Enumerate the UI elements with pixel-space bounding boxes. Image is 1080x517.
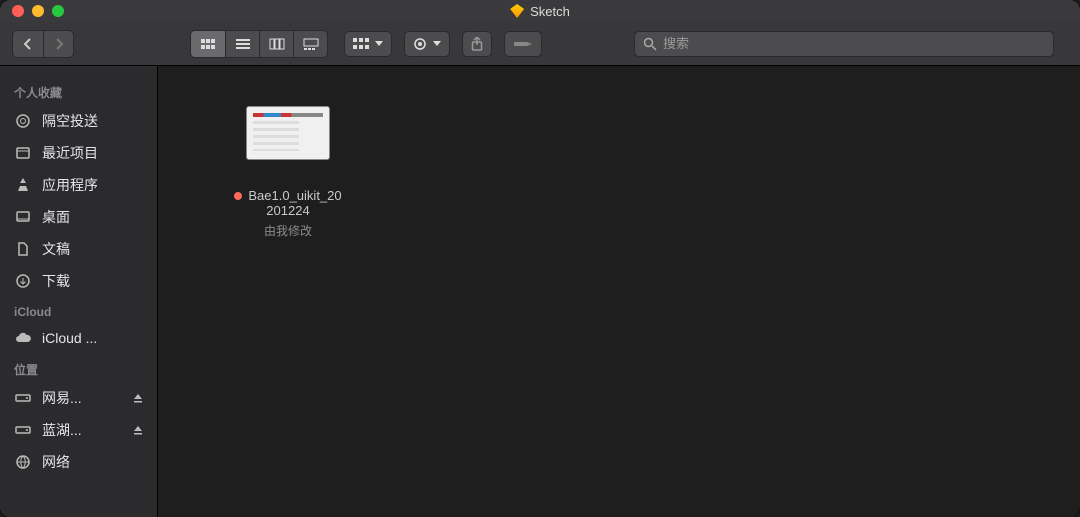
minimize-button[interactable] [32, 5, 44, 17]
sidebar-item-label: 最近项目 [42, 143, 98, 163]
view-icons-button[interactable] [191, 31, 225, 57]
sidebar-item-desktop[interactable]: 桌面 [0, 201, 157, 233]
sidebar-item-label: 网络 [42, 452, 70, 472]
sidebar-item-label: 下载 [42, 271, 70, 291]
file-name-line1: Bae1.0_uikit_20 [248, 188, 341, 203]
documents-icon [14, 240, 32, 258]
cloud-icon [14, 329, 32, 347]
sidebar-item-recents[interactable]: 最近项目 [0, 137, 157, 169]
sidebar-item-label: 文稿 [42, 239, 70, 259]
network-icon [14, 453, 32, 471]
view-gallery-button[interactable] [293, 31, 327, 57]
sidebar-item-applications[interactable]: 应用程序 [0, 169, 157, 201]
sidebar-group-label: 个人收藏 [0, 76, 157, 105]
titlebar: Sketch [0, 0, 1080, 22]
modified-dot-icon [234, 192, 242, 200]
sidebar-item-icloud[interactable]: iCloud ... [0, 323, 157, 353]
apps-icon [14, 176, 32, 194]
maximize-button[interactable] [52, 5, 64, 17]
share-button[interactable] [462, 31, 492, 57]
sidebar-item-label: 隔空投送 [42, 111, 98, 131]
eject-icon[interactable] [133, 425, 143, 435]
sidebar-item-label: iCloud ... [42, 330, 97, 346]
disk-icon [14, 421, 32, 439]
file-item[interactable]: Bae1.0_uikit_20 201224 由我修改 [208, 106, 368, 239]
view-mode-segment [190, 30, 328, 58]
sidebar-item-label: 应用程序 [42, 175, 98, 195]
window-title-text: Sketch [530, 4, 570, 19]
search-input[interactable] [663, 36, 1045, 51]
sidebar-item-airdrop[interactable]: 隔空投送 [0, 105, 157, 137]
toolbar [0, 22, 1080, 66]
finder-window: Sketch [0, 0, 1080, 517]
forward-button[interactable] [43, 31, 73, 57]
close-button[interactable] [12, 5, 24, 17]
downloads-icon [14, 272, 32, 290]
sidebar-item-downloads[interactable]: 下载 [0, 265, 157, 297]
nav-buttons [12, 30, 74, 58]
action-menu-button[interactable] [404, 31, 450, 57]
disk-icon [14, 389, 32, 407]
file-subtext: 由我修改 [208, 222, 368, 239]
search-icon [643, 37, 657, 51]
eject-icon[interactable] [133, 393, 143, 403]
sidebar-item-label: 桌面 [42, 207, 70, 227]
sidebar-item-network[interactable]: 网络 [0, 446, 157, 478]
desktop-icon [14, 208, 32, 226]
sidebar: 个人收藏 隔空投送 最近项目 应用程序 桌面 文稿 [0, 66, 158, 517]
group-by-button[interactable] [344, 31, 392, 57]
view-columns-button[interactable] [259, 31, 293, 57]
window-controls [0, 5, 64, 17]
airdrop-icon [14, 112, 32, 130]
file-name-line2: 201224 [208, 203, 368, 218]
sidebar-group-label: iCloud [0, 297, 157, 323]
sidebar-item-label: 网易... [42, 388, 82, 408]
file-thumbnail [246, 106, 330, 160]
sidebar-item-documents[interactable]: 文稿 [0, 233, 157, 265]
file-name-row: Bae1.0_uikit_20 [208, 188, 368, 203]
view-list-button[interactable] [225, 31, 259, 57]
sketch-icon [510, 4, 524, 18]
content-area: Bae1.0_uikit_20 201224 由我修改 [158, 66, 1080, 517]
tags-button[interactable] [504, 31, 542, 57]
window-title: Sketch [510, 4, 570, 19]
search-field[interactable] [634, 31, 1054, 57]
sidebar-item-disk[interactable]: 蓝湖... [0, 414, 157, 446]
body: 个人收藏 隔空投送 最近项目 应用程序 桌面 文稿 [0, 66, 1080, 517]
sidebar-item-label: 蓝湖... [42, 420, 82, 440]
sidebar-item-disk[interactable]: 网易... [0, 382, 157, 414]
sidebar-group-label: 位置 [0, 353, 157, 382]
back-button[interactable] [13, 31, 43, 57]
recents-icon [14, 144, 32, 162]
